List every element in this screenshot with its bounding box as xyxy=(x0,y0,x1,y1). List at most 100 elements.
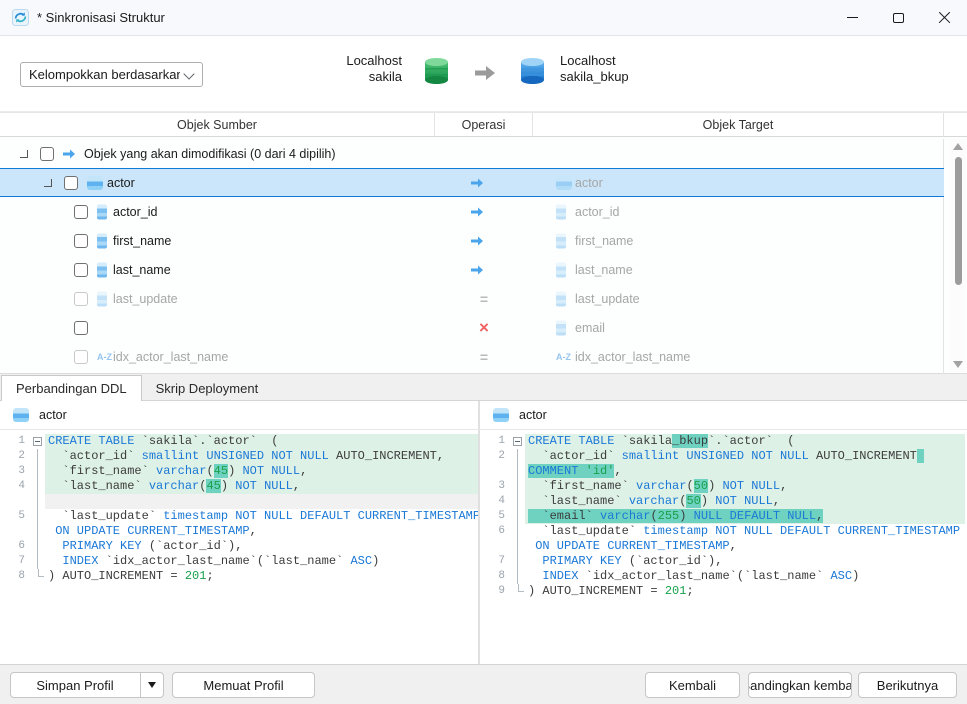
code-text: `last_update` timestamp NOT NULL DEFAULT… xyxy=(525,524,965,539)
operation-delete-icon: × xyxy=(470,322,498,334)
line-number: 7 xyxy=(480,554,510,569)
maximize-button[interactable] xyxy=(875,0,921,35)
scroll-up-arrow-icon[interactable] xyxy=(953,143,963,150)
line-number: 4 xyxy=(480,494,510,509)
fold-collapse-icon[interactable] xyxy=(513,437,522,446)
row-checkbox[interactable] xyxy=(74,263,88,277)
fold-gutter xyxy=(510,494,525,509)
source-ddl-table-name: actor xyxy=(39,408,67,422)
fold-line xyxy=(37,449,38,464)
target-column-icon xyxy=(556,262,566,277)
code-line: 3 `first_name` varchar(50) NOT NULL, xyxy=(480,479,965,494)
tree-row[interactable]: last_namelast_name xyxy=(0,255,944,284)
code-line: 5 `email` varchar(255) NULL DEFAULT NULL… xyxy=(480,509,965,524)
tree-row[interactable]: Objek yang akan dimodifikasi (0 dari 4 d… xyxy=(0,139,944,168)
minimize-icon xyxy=(847,17,858,18)
toolbar: Kelompokkan berdasarkan ( Localhost saki… xyxy=(0,36,967,112)
tree-row[interactable]: actoractor xyxy=(0,168,944,197)
line-number xyxy=(480,464,510,479)
close-icon xyxy=(938,11,951,24)
line-number: 1 xyxy=(0,434,30,449)
tab-label: Skrip Deployment xyxy=(156,381,259,396)
fold-gutter xyxy=(510,554,525,569)
line-number xyxy=(480,539,510,554)
fold-gutter xyxy=(30,494,45,509)
tree-expander-chevron-icon[interactable] xyxy=(44,179,52,187)
fold-line xyxy=(517,464,518,479)
row-checkbox[interactable] xyxy=(40,147,54,161)
save-profile-dropdown[interactable] xyxy=(140,673,163,697)
fold-gutter[interactable] xyxy=(30,434,45,449)
source-connection-label: Localhost sakila xyxy=(290,53,402,85)
fold-collapse-icon[interactable] xyxy=(33,437,42,446)
row-checkbox[interactable] xyxy=(74,292,88,306)
row-checkbox[interactable] xyxy=(64,176,78,190)
row-checkbox[interactable] xyxy=(74,205,88,219)
code-text: `last_name` varchar(45) NOT NULL, xyxy=(45,479,478,494)
target-ddl-editor[interactable]: 1CREATE TABLE `sakila_bkup`.`actor` (2 `… xyxy=(480,430,965,665)
code-text: CREATE TABLE `sakila`.`actor` ( xyxy=(45,434,478,449)
code-line: 3 `first_name` varchar(45) NOT NULL, xyxy=(0,464,478,479)
fold-gutter xyxy=(510,449,525,464)
code-line xyxy=(0,494,478,509)
line-number: 2 xyxy=(0,449,30,464)
column-header-operation[interactable]: Operasi xyxy=(435,113,533,136)
line-number: 4 xyxy=(0,479,30,494)
code-text: ) AUTO_INCREMENT = 201; xyxy=(45,569,478,584)
code-line: COMMENT 'id', xyxy=(480,464,965,479)
tree-row[interactable]: first_namefirst_name xyxy=(0,226,944,255)
row-checkbox[interactable] xyxy=(74,321,88,335)
load-profile-button[interactable]: Memuat Profil xyxy=(172,672,315,698)
scrollbar-thumb[interactable] xyxy=(955,157,962,285)
tree-row[interactable]: actor_idactor_id xyxy=(0,197,944,226)
table-icon xyxy=(493,408,509,422)
fold-line xyxy=(37,464,38,479)
row-checkbox[interactable] xyxy=(74,350,88,364)
operation-arrow-icon xyxy=(470,177,498,188)
target-object-label: last_update xyxy=(575,292,640,306)
code-text xyxy=(45,494,478,509)
minimize-button[interactable] xyxy=(829,0,875,35)
code-text: `actor_id` smallint UNSIGNED NOT NULL AU… xyxy=(45,449,478,464)
next-button[interactable]: Berikutnya xyxy=(858,672,957,698)
fold-gutter xyxy=(510,524,525,539)
row-checkbox[interactable] xyxy=(74,234,88,248)
code-line: 7 PRIMARY KEY (`actor_id`), xyxy=(480,554,965,569)
code-line: 1 CREATE TABLE `sakila`.`actor` ( xyxy=(0,434,478,449)
line-number: 6 xyxy=(0,539,30,554)
tree-row[interactable]: × email xyxy=(0,313,944,342)
table-icon xyxy=(13,408,29,422)
modify-arrow-icon xyxy=(62,148,76,159)
code-line: 6 `last_update` timestamp NOT NULL DEFAU… xyxy=(480,524,965,539)
recompare-button[interactable]: Bandingkan kembali xyxy=(748,672,852,698)
bottom-tabbar: Perbandingan DDL Skrip Deployment xyxy=(0,374,967,401)
tree-row[interactable]: last_update=last_update xyxy=(0,284,944,313)
fold-line xyxy=(517,479,518,494)
maximize-icon xyxy=(893,13,904,23)
save-profile-button[interactable]: Simpan Profil xyxy=(10,672,164,698)
tab-deployment-script[interactable]: Skrip Deployment xyxy=(142,375,273,401)
target-column-icon xyxy=(556,233,566,248)
operation-arrow-icon xyxy=(470,264,498,275)
column-header-target[interactable]: Objek Target xyxy=(533,113,944,136)
tree-row[interactable]: A-Zidx_actor_last_name=A-Zidx_actor_last… xyxy=(0,342,944,371)
back-button[interactable]: Kembali xyxy=(645,672,740,698)
close-button[interactable] xyxy=(921,0,967,35)
tree-expander-chevron-icon[interactable] xyxy=(20,150,28,158)
fold-gutter[interactable] xyxy=(510,434,525,449)
line-number: 5 xyxy=(0,509,30,524)
column-header-source[interactable]: Objek Sumber xyxy=(0,113,435,136)
tab-ddl-comparison[interactable]: Perbandingan DDL xyxy=(1,375,142,401)
target-object-label: email xyxy=(575,321,605,335)
fold-gutter xyxy=(30,539,45,554)
group-by-select[interactable]: Kelompokkan berdasarkan ( xyxy=(20,62,203,87)
fold-line xyxy=(517,554,518,569)
scroll-down-arrow-icon[interactable] xyxy=(953,361,963,368)
line-number: 9 xyxy=(480,584,510,599)
code-line: 4 `last_name` varchar(50) NOT NULL, xyxy=(480,494,965,509)
source-ddl-editor[interactable]: 1 CREATE TABLE `sakila`.`actor` ( 2 `actor… xyxy=(0,430,480,665)
grid-header-stub xyxy=(944,113,967,136)
code-text: ON UPDATE CURRENT_TIMESTAMP, xyxy=(45,524,478,539)
fold-line xyxy=(37,524,38,539)
tree-scrollbar[interactable] xyxy=(950,139,966,372)
